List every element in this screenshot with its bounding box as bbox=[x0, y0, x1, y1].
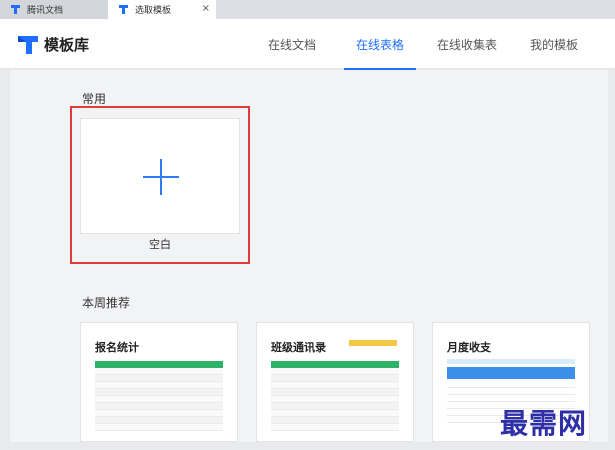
tab-select-template[interactable]: 选取模板 × bbox=[108, 0, 216, 19]
brand-title: 模板库 bbox=[44, 36, 90, 54]
sheet-preview bbox=[95, 361, 223, 431]
tencent-docs-icon bbox=[118, 4, 129, 15]
template-card-class-contacts[interactable]: 班级通讯录 bbox=[256, 322, 414, 442]
nav-label: 在线收集表 bbox=[437, 37, 498, 52]
sheet-preview bbox=[271, 361, 399, 431]
sheet-preview-header bbox=[447, 359, 575, 364]
plus-icon bbox=[160, 159, 162, 195]
app-header: 模板库 在线文档 在线表格 在线收集表 我的模板 bbox=[0, 19, 615, 70]
nav-online-docs[interactable]: 在线文档 bbox=[268, 19, 316, 69]
close-icon[interactable]: × bbox=[202, 3, 210, 15]
section-title-weekly: 本周推荐 bbox=[82, 296, 131, 310]
sheet-preview-banner bbox=[447, 367, 575, 379]
blank-template-card[interactable] bbox=[80, 118, 240, 234]
section-title-common: 常用 bbox=[82, 92, 107, 106]
blank-template-label: 空白 bbox=[149, 238, 171, 251]
template-card-signup[interactable]: 报名统计 bbox=[80, 322, 238, 442]
nav-online-forms[interactable]: 在线收集表 bbox=[437, 19, 497, 69]
template-content: 常用 空白 本周推荐 报名统计 班级通讯录 月度收支 bbox=[10, 70, 608, 442]
template-title: 月度收支 bbox=[447, 341, 491, 354]
template-library-logo-icon bbox=[18, 36, 38, 54]
nav-my-templates[interactable]: 我的模板 bbox=[530, 19, 578, 69]
tab-label: 选取模板 bbox=[135, 6, 172, 16]
tab-tencent-docs[interactable]: 腾讯文档 bbox=[0, 0, 108, 19]
template-title: 班级通讯录 bbox=[271, 341, 326, 354]
blank-template-highlight: 空白 bbox=[70, 106, 250, 264]
sheet-preview-tag bbox=[349, 340, 397, 346]
nav-label: 在线文档 bbox=[268, 37, 317, 52]
nav-online-sheets[interactable]: 在线表格 bbox=[344, 19, 416, 70]
tencent-docs-icon bbox=[10, 4, 21, 15]
watermark: 最需网 bbox=[500, 407, 588, 440]
nav-label: 在线表格 bbox=[355, 37, 404, 52]
tab-label: 腾讯文档 bbox=[27, 6, 64, 16]
nav-label: 我的模板 bbox=[530, 37, 579, 52]
template-title: 报名统计 bbox=[95, 341, 139, 354]
browser-tab-strip: 腾讯文档 选取模板 × bbox=[0, 0, 615, 19]
